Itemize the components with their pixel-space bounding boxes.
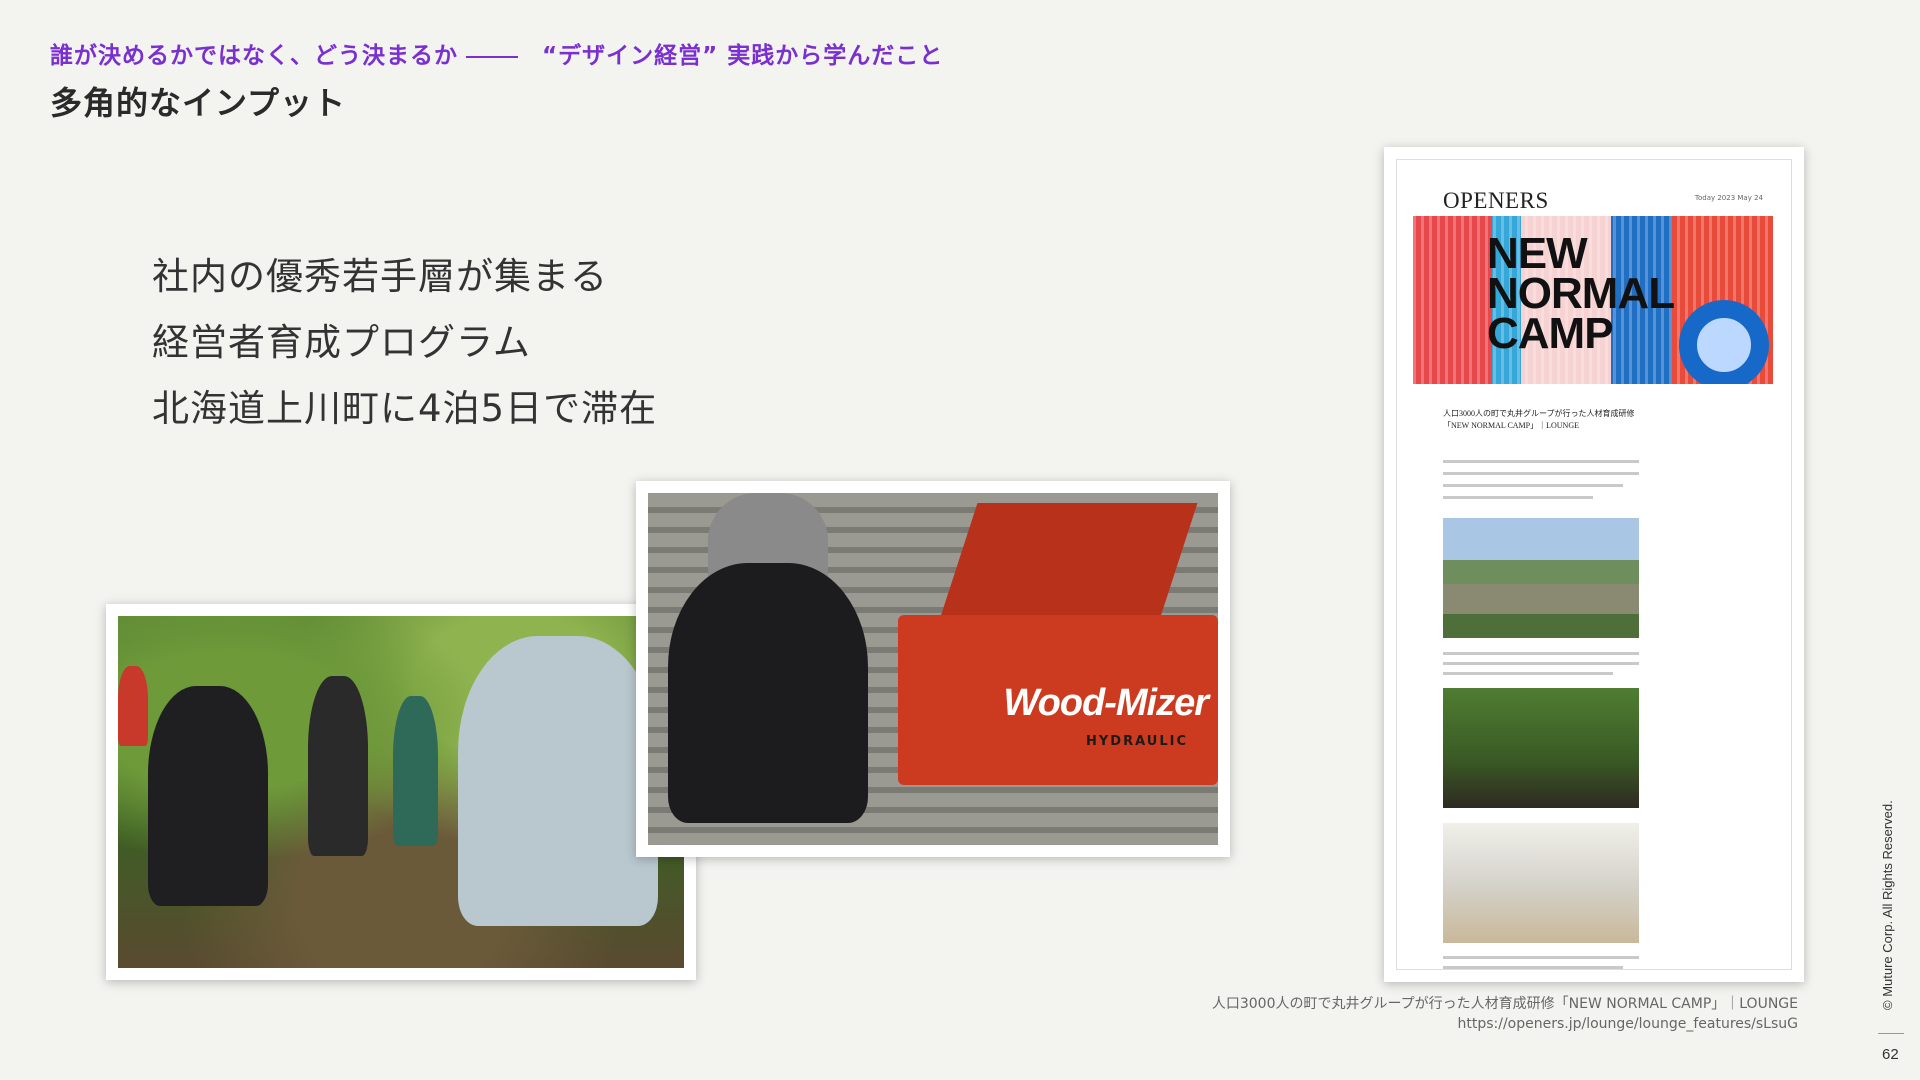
kicker-left: 誰が決めるかではなく、どう決まるか bbox=[50, 43, 458, 69]
article-text-line bbox=[1443, 662, 1639, 665]
article-text-line bbox=[1443, 460, 1639, 463]
section-kicker: 誰が決めるかではなく、どう決まるか “デザイン経営” 実践から学んだこと bbox=[50, 36, 943, 70]
article-text-line bbox=[1443, 472, 1639, 475]
bullet-list: 社内の優秀若手層が集まる 経営者育成プログラム 北海道上川町に4泊5日で滞在 bbox=[152, 244, 657, 442]
photo-sawmill: Wood-Mizer HYDRAULIC bbox=[636, 481, 1230, 857]
article-headline: 人口3000人の町で丸井グループが行った人材育成研修「NEW NORMAL CA… bbox=[1443, 409, 1635, 430]
article-text-line bbox=[1443, 672, 1613, 675]
photo-forest-image bbox=[118, 616, 684, 968]
article-hero-banner: NEW NORMAL CAMP bbox=[1413, 216, 1773, 384]
hero-line: NORMAL bbox=[1487, 269, 1675, 318]
article-image-landscape bbox=[1443, 518, 1639, 638]
hero-ring bbox=[1679, 300, 1769, 384]
sawmill-machine-top bbox=[938, 503, 1198, 623]
article-image-campfire bbox=[1443, 688, 1639, 808]
article-text-line bbox=[1443, 484, 1623, 487]
hero-line: NEW bbox=[1487, 229, 1588, 278]
article-page: OPENERS Today 2023 May 24 NEW NORMAL CAM… bbox=[1396, 159, 1792, 970]
person-figure bbox=[118, 666, 148, 746]
article-text-line bbox=[1443, 956, 1639, 959]
kicker-right: “デザイン経営” 実践から学んだこと bbox=[542, 43, 944, 69]
caption-title: 人口3000人の町で丸井グループが行った人材育成研修「NEW NORMAL CA… bbox=[1211, 996, 1798, 1012]
hero-line: CAMP bbox=[1487, 309, 1614, 358]
bullet-item: 社内の優秀若手層が集まる bbox=[152, 255, 608, 298]
person-figure bbox=[458, 636, 658, 926]
slide-title: 多角的なインプット bbox=[50, 84, 347, 122]
bullet-item: 経営者育成プログラム bbox=[152, 321, 531, 364]
person-figure bbox=[668, 563, 868, 823]
page-number: 62 bbox=[1882, 1046, 1899, 1063]
article-brand: OPENERS bbox=[1443, 188, 1549, 213]
copyright-notice: © Muture Corp. All Rights Reserved. bbox=[1880, 800, 1895, 1010]
bullet-item: 北海道上川町に4泊5日で滞在 bbox=[152, 387, 658, 430]
machine-sub-label: HYDRAULIC bbox=[1086, 734, 1188, 749]
machine-brand-label: Wood-Mizer bbox=[1003, 682, 1209, 724]
article-date: Today 2023 May 24 bbox=[1694, 194, 1763, 202]
article-text-line bbox=[1443, 966, 1623, 969]
page-number-divider bbox=[1878, 1033, 1904, 1034]
hero-title: NEW NORMAL CAMP bbox=[1487, 229, 1675, 358]
article-screenshot: OPENERS Today 2023 May 24 NEW NORMAL CAM… bbox=[1384, 147, 1804, 982]
kicker-dash bbox=[466, 55, 518, 58]
caption-url[interactable]: https://openers.jp/lounge/lounge_feature… bbox=[1212, 1014, 1798, 1034]
article-image-kitchen bbox=[1443, 823, 1639, 943]
article-text-line bbox=[1443, 652, 1639, 655]
photo-sawmill-image: Wood-Mizer HYDRAULIC bbox=[648, 493, 1218, 845]
person-figure bbox=[148, 686, 268, 906]
photo-forest-woodchopping bbox=[106, 604, 696, 980]
person-figure bbox=[393, 696, 438, 846]
image-source-caption: 人口3000人の町で丸井グループが行った人材育成研修「NEW NORMAL CA… bbox=[1212, 994, 1798, 1034]
person-figure bbox=[308, 676, 368, 856]
article-text-line bbox=[1443, 496, 1593, 499]
